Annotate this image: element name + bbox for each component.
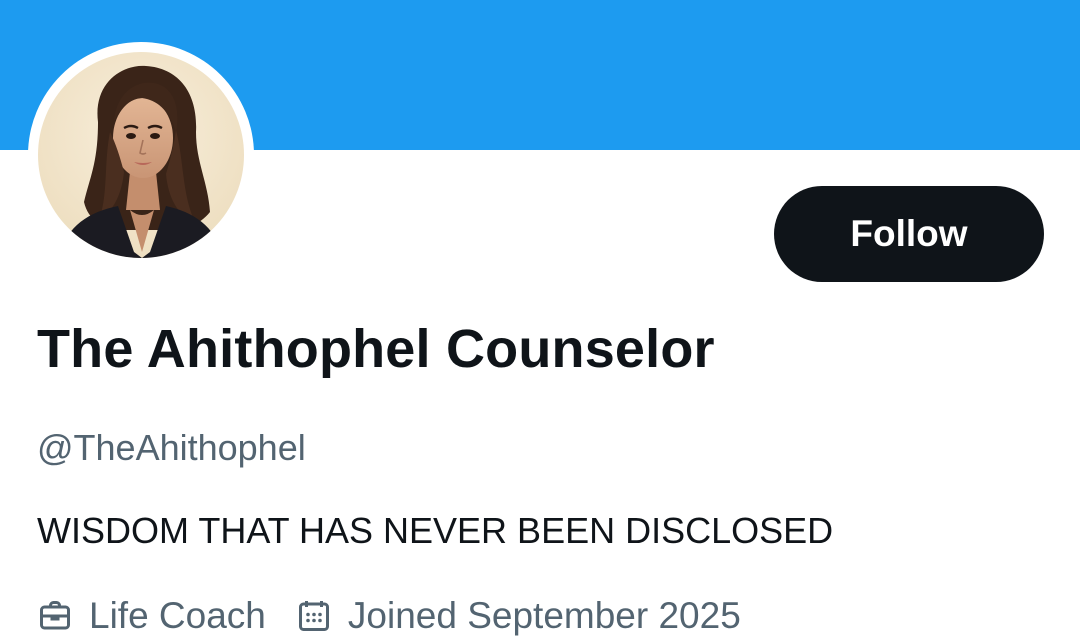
- follow-button[interactable]: Follow: [774, 186, 1044, 282]
- profession-label[interactable]: Life Coach: [89, 595, 266, 637]
- profession-item: Life Coach: [37, 595, 266, 637]
- joined-item: Joined September 2025: [296, 595, 741, 637]
- username-handle: @TheAhithophel: [37, 427, 306, 468]
- calendar-icon: [298, 601, 329, 631]
- avatar[interactable]: [28, 42, 254, 268]
- profile-bio: WISDOM THAT HAS NEVER BEEN DISCLOSED: [37, 510, 834, 551]
- display-name: The Ahithophel Counselor: [37, 319, 715, 379]
- avatar-photo: [38, 52, 244, 258]
- profile-header: Follow The Ahithophel Counselor @TheAhit…: [0, 0, 1080, 640]
- briefcase-icon: [40, 601, 70, 630]
- joined-date: Joined September 2025: [347, 595, 741, 636]
- profile-meta: Life Coach Joined September 2025: [37, 592, 741, 640]
